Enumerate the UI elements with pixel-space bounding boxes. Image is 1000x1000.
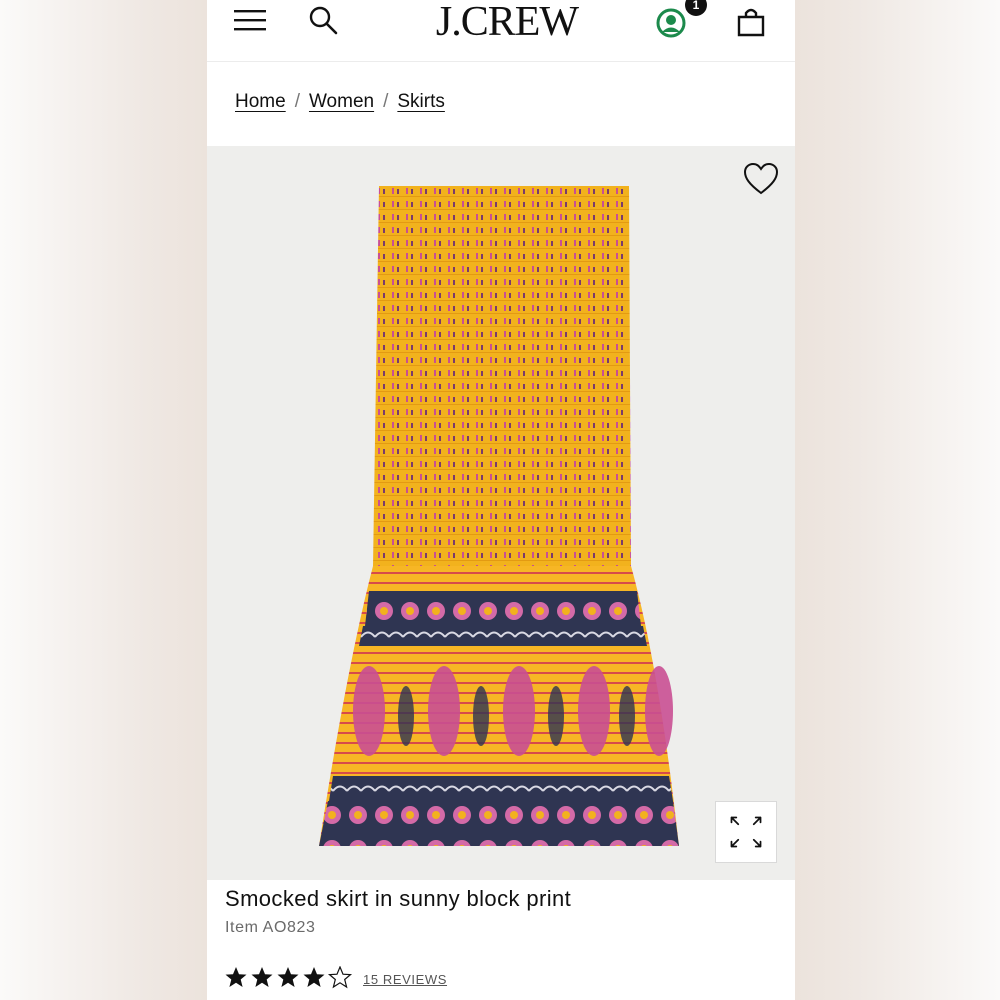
star-icon — [277, 967, 299, 987]
breadcrumb-separator: / — [383, 91, 389, 112]
breadcrumb-skirts[interactable]: Skirts — [397, 91, 445, 112]
mobile-page: J.CREW 1 Home / Women / Skirts Smocked s… — [207, 0, 795, 1000]
jcrew-logo[interactable]: J.CREW — [427, 0, 587, 44]
site-header: J.CREW 1 — [207, 0, 795, 62]
product-image[interactable] — [207, 146, 795, 880]
menu-icon[interactable] — [233, 8, 267, 32]
item-code: Item AO823 — [225, 919, 316, 936]
half-star-icon — [328, 966, 352, 988]
breadcrumb: Home / Women / Skirts — [207, 62, 795, 146]
expand-button[interactable] — [715, 801, 777, 863]
reviews-link[interactable]: 15 REVIEWS — [363, 972, 447, 987]
background-right — [795, 0, 1000, 1000]
account-icon[interactable] — [654, 6, 688, 40]
shopping-bag-icon[interactable] — [734, 5, 768, 39]
account-badge: 1 — [685, 0, 707, 16]
star-rating[interactable] — [225, 966, 355, 990]
breadcrumb-women[interactable]: Women — [309, 91, 374, 112]
search-icon[interactable] — [307, 4, 339, 36]
product-info: Smocked skirt in sunny block print Item … — [207, 880, 795, 1000]
breadcrumb-separator: / — [294, 91, 300, 112]
expand-icon — [730, 816, 762, 848]
heart-icon[interactable] — [743, 162, 779, 196]
star-icon — [251, 967, 273, 987]
star-icon — [303, 967, 325, 987]
product-title: Smocked skirt in sunny block print — [225, 886, 572, 911]
skirt-photo — [319, 186, 679, 846]
background-left — [0, 0, 207, 1000]
breadcrumb-home[interactable]: Home — [235, 91, 286, 112]
star-icon — [225, 967, 247, 987]
